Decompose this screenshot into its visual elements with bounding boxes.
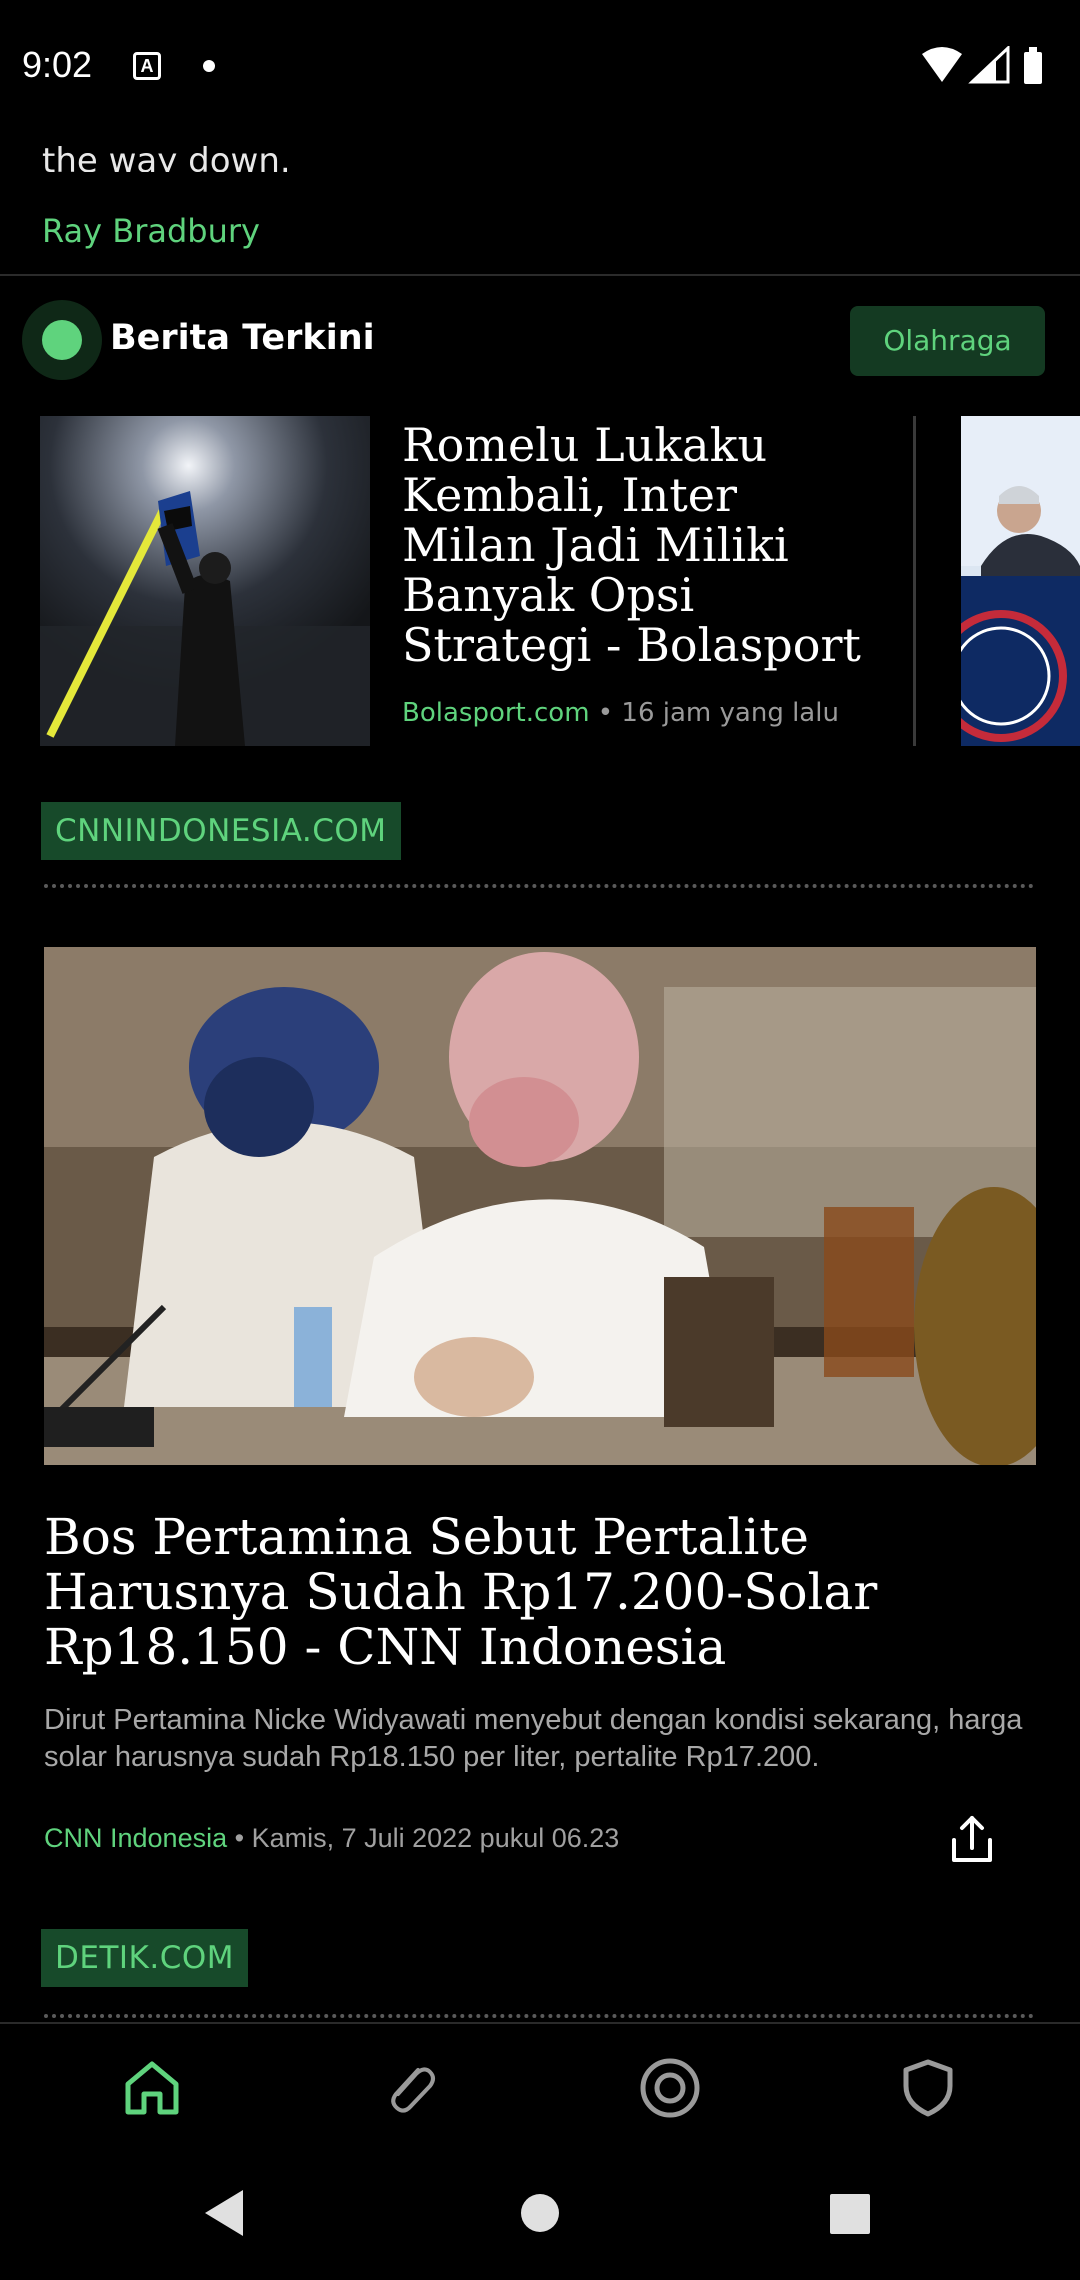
- signal-icon: [968, 46, 1010, 84]
- main-article-description: Dirut Pertamina Nicke Widyawati menyebut…: [44, 1704, 1023, 1773]
- nav-shield[interactable]: [896, 2056, 960, 2120]
- main-article-title[interactable]: Bos Pertamina Sebut Pertalite Harusnya S…: [44, 1510, 1034, 1675]
- share-icon[interactable]: [944, 1812, 1000, 1868]
- status-icons: [922, 46, 1042, 84]
- notification-dot-icon: [203, 60, 215, 72]
- status-bar: 9:02 A: [0, 0, 1080, 136]
- meta-separator: •: [589, 698, 622, 728]
- home-circle-icon[interactable]: [521, 2194, 559, 2232]
- carousel-separator: [913, 416, 916, 746]
- quote-author: Ray Bradbury: [42, 212, 260, 250]
- status-time: 9:02: [22, 44, 93, 85]
- nav-target[interactable]: [638, 2056, 702, 2120]
- article-thumbnail-next[interactable]: [961, 416, 1080, 746]
- main-article-date: Kamis, 7 Juli 2022 pukul 06.23: [251, 1823, 620, 1853]
- system-navigation: [0, 2150, 1080, 2280]
- publisher-label-cnn[interactable]: CNNINDONESIA.COM: [41, 802, 401, 860]
- quote-text: the way down.: [42, 141, 291, 172]
- recents-icon[interactable]: [830, 2194, 870, 2234]
- article-meta: Bolasport.com • 16 jam yang lalu: [402, 698, 839, 728]
- dotted-divider: [44, 2014, 1034, 2018]
- section-title: Berita Terkini: [110, 318, 375, 358]
- main-article-image[interactable]: [44, 947, 1036, 1465]
- shield-icon[interactable]: [896, 2056, 960, 2120]
- nav-home[interactable]: [120, 2056, 184, 2120]
- target-icon[interactable]: [638, 2056, 702, 2120]
- back-icon[interactable]: [205, 2190, 243, 2236]
- meta-separator: •: [227, 1823, 252, 1853]
- nav-attachments[interactable]: [378, 2056, 442, 2120]
- share-button[interactable]: [944, 1812, 1000, 1868]
- article-time: 16 jam yang lalu: [621, 698, 839, 728]
- wifi-icon: [922, 47, 962, 82]
- article-thumbnail[interactable]: [40, 416, 370, 746]
- dotted-divider: [44, 884, 1034, 888]
- home-icon[interactable]: [120, 2056, 184, 2120]
- article-title[interactable]: Romelu Lukaku Kembali, Inter Milan Jadi …: [402, 420, 872, 670]
- divider: [0, 274, 1080, 276]
- main-article-meta: CNN Indonesia • Kamis, 7 Juli 2022 pukul…: [44, 1823, 619, 1854]
- category-chip[interactable]: Olahraga: [850, 306, 1045, 376]
- paperclip-icon[interactable]: [378, 2056, 442, 2120]
- article-source[interactable]: Bolasport.com: [402, 698, 590, 728]
- battery-icon: [1024, 47, 1042, 84]
- publisher-label-detik[interactable]: DETIK.COM: [41, 1929, 249, 1987]
- notification-a-icon: A: [133, 52, 161, 80]
- section-indicator-dot: [42, 320, 82, 360]
- main-article-source[interactable]: CNN Indonesia: [44, 1823, 227, 1853]
